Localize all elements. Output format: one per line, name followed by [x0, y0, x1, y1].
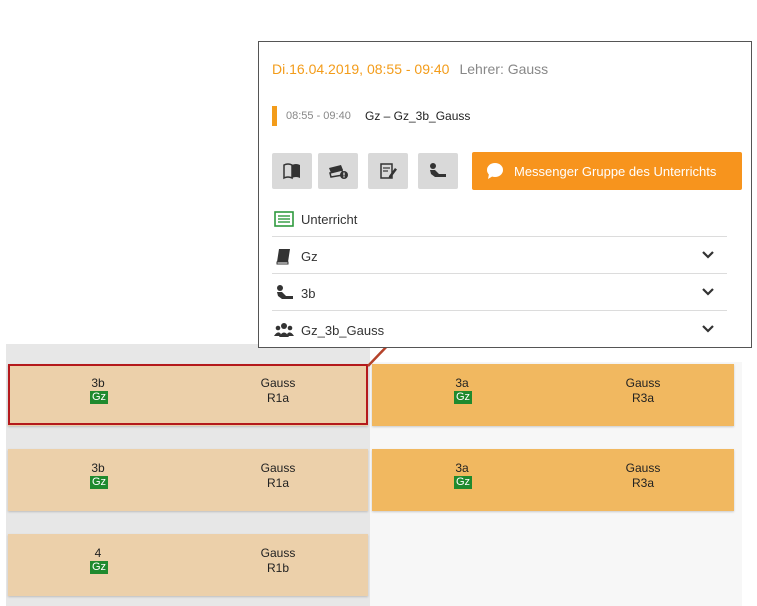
- cell-subject-badge: Gz: [90, 476, 109, 489]
- popup-header: Di.16.04.2019, 08:55 - 09:40 Lehrer: Gaus…: [272, 61, 548, 77]
- homework-button[interactable]: [318, 153, 358, 189]
- cell-subject-badge: Gz: [454, 391, 473, 404]
- edit-notes-button[interactable]: [368, 153, 408, 189]
- lesson-date-time: Di.16.04.2019, 08:55 - 09:40: [272, 61, 450, 77]
- group-icon: [274, 323, 294, 337]
- class-register-icon: [283, 163, 300, 180]
- edit-notes-icon: [380, 163, 397, 179]
- cell-room: R3a: [631, 476, 654, 490]
- cell-teacher-room: Gauss R1b: [228, 546, 328, 576]
- chevron-down-icon[interactable]: [701, 248, 715, 262]
- cell-teacher: Gauss: [260, 461, 296, 475]
- timetable-cell[interactable]: 3a Gz Gauss R3a: [372, 364, 734, 426]
- lesson-table-icon: [274, 211, 294, 227]
- cell-teacher: Gauss: [625, 461, 661, 475]
- section-divider: [272, 236, 727, 237]
- cell-room: R3a: [631, 391, 654, 405]
- cell-subject-badge: Gz: [90, 561, 109, 574]
- cell-teacher-room: Gauss R3a: [593, 376, 693, 406]
- section-label: Gz_3b_Gauss: [301, 323, 385, 338]
- messenger-group-button[interactable]: Messenger Gruppe des Unterrichts: [472, 152, 742, 190]
- section-label: Gz: [301, 249, 318, 264]
- cell-teacher: Gauss: [260, 546, 296, 560]
- cell-teacher-room: Gauss R1a: [228, 461, 328, 491]
- timetable-cell[interactable]: 4 Gz Gauss R1b: [8, 534, 368, 596]
- lesson-color-bar: [272, 106, 277, 126]
- cell-class: 3a: [455, 376, 469, 390]
- timetable-cell[interactable]: 3b Gz Gauss R1a: [8, 449, 368, 511]
- chevron-down-icon[interactable]: [701, 285, 715, 299]
- chevron-down-icon[interactable]: [701, 322, 715, 336]
- messenger-label: Messenger Gruppe des Unterrichts: [514, 163, 717, 179]
- lesson-time: 08:55 - 09:40: [286, 110, 351, 122]
- cell-teacher: Gauss: [625, 376, 661, 390]
- class-register-button[interactable]: [272, 153, 312, 189]
- cell-subject-badge: Gz: [454, 476, 473, 489]
- cell-class: 3a: [455, 461, 469, 475]
- timetable-cell[interactable]: 3a Gz Gauss R3a: [372, 449, 734, 511]
- lesson-name: Gz – Gz_3b_Gauss: [365, 109, 471, 123]
- student-seat-icon: [430, 163, 446, 177]
- section-label: 3b: [301, 286, 316, 301]
- cell-teacher-room: Gauss R3a: [593, 461, 693, 491]
- selected-cell-highlight: [8, 364, 368, 425]
- section-divider: [272, 310, 727, 311]
- cell-room: R1a: [266, 476, 289, 490]
- section-divider: [272, 273, 727, 274]
- cell-room: R1b: [266, 561, 289, 575]
- lesson-details-popup: Di.16.04.2019, 08:55 - 09:40 Lehrer: Gaus…: [258, 41, 752, 348]
- book-icon: [276, 249, 290, 265]
- lesson-teacher: Lehrer: Gauss: [459, 61, 549, 77]
- chat-bubble-icon: [487, 163, 503, 179]
- student-desk-icon: [277, 285, 293, 299]
- student-seat-button[interactable]: [418, 153, 458, 189]
- homework-icon: [329, 165, 348, 179]
- cell-class: 3b: [91, 461, 105, 475]
- section-label: Unterricht: [301, 212, 358, 227]
- cell-class: 4: [94, 546, 102, 560]
